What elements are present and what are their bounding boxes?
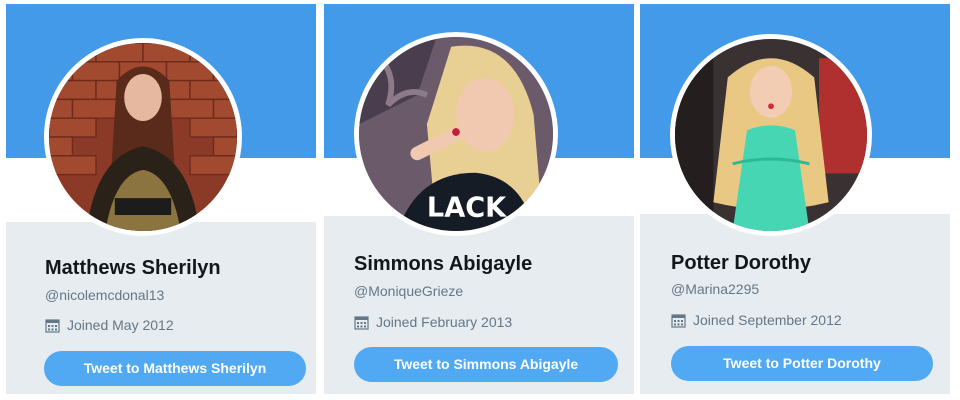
joined-date: Joined September 2012 — [671, 312, 842, 328]
avatar[interactable]: LACK — [354, 32, 558, 236]
profile-card: Matthews Sherilyn @nicolemcdonal13 Joine… — [6, 4, 316, 394]
joined-date-text: Joined September 2012 — [693, 312, 842, 328]
profile-handle[interactable]: @MoniqueGrieze — [354, 283, 463, 299]
profile-name[interactable]: Simmons Abigayle — [354, 253, 532, 276]
calendar-icon — [354, 315, 369, 330]
tweet-to-button[interactable]: Tweet to Potter Dorothy — [671, 346, 933, 381]
svg-text:LACK: LACK — [427, 192, 507, 223]
calendar-icon — [671, 313, 686, 328]
profile-handle[interactable]: @Marina2295 — [671, 281, 759, 297]
joined-date: Joined May 2012 — [45, 317, 174, 333]
profile-card: LACK Simmons Abigayle @MoniqueGrieze Joi… — [324, 4, 634, 394]
joined-date-text: Joined May 2012 — [67, 317, 174, 333]
calendar-icon — [45, 318, 60, 333]
profile-card: Potter Dorothy @Marina2295 Joined Septem… — [640, 4, 950, 394]
profile-name[interactable]: Potter Dorothy — [671, 252, 811, 275]
tweet-to-button[interactable]: Tweet to Simmons Abigayle — [354, 347, 618, 382]
profile-handle[interactable]: @nicolemcdonal13 — [45, 287, 164, 303]
avatar[interactable] — [44, 38, 242, 236]
joined-date-text: Joined February 2013 — [376, 314, 513, 330]
profile-name[interactable]: Matthews Sherilyn — [45, 257, 221, 280]
joined-date: Joined February 2013 — [354, 314, 512, 330]
avatar[interactable] — [670, 34, 872, 236]
tweet-to-button[interactable]: Tweet to Matthews Sherilyn — [44, 351, 306, 386]
